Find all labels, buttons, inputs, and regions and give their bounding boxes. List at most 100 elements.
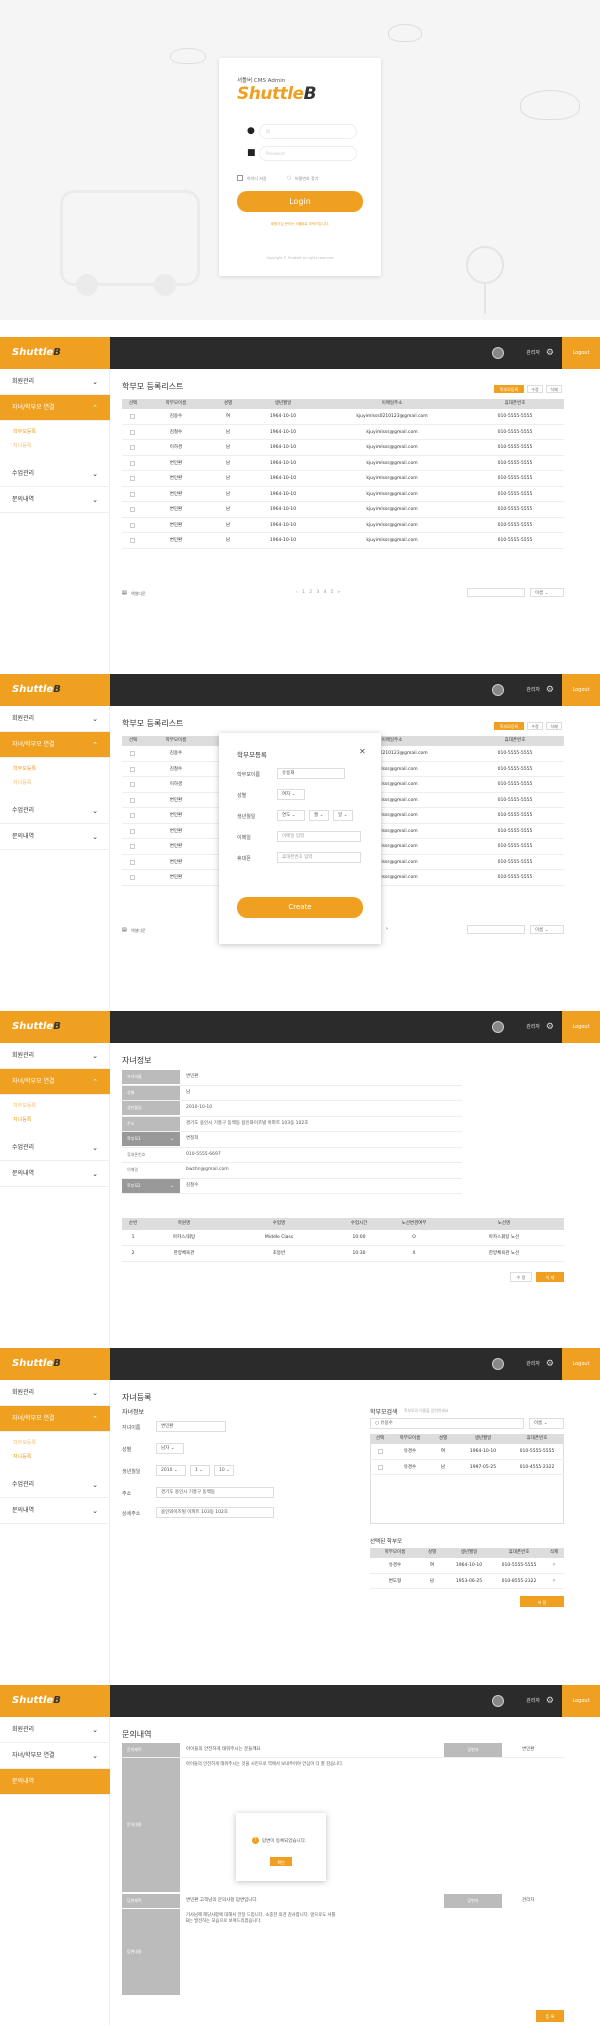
name-input[interactable]: 변민환 bbox=[156, 1421, 226, 1432]
sidebar-sub-parent[interactable]: 학부모등록 bbox=[13, 765, 36, 772]
sidebar-item-classes[interactable]: 수업관리 ⌄ bbox=[0, 1472, 110, 1498]
register-button[interactable]: 학부모등록 bbox=[494, 385, 524, 393]
remember-checkbox[interactable] bbox=[237, 175, 243, 181]
sidebar-item-classes[interactable]: 수업관리 ⌄ bbox=[0, 461, 110, 487]
row-checkbox[interactable] bbox=[130, 828, 135, 834]
birth-month-select[interactable]: 월 ⌄ bbox=[309, 810, 329, 821]
header-logo[interactable]: ShuttleB bbox=[0, 674, 110, 706]
birth-year-select[interactable]: 2010 ⌄ bbox=[156, 1465, 186, 1476]
birth-month-select[interactable]: 1 ⌄ bbox=[190, 1465, 210, 1476]
save-button[interactable]: 저 장 bbox=[520, 1596, 564, 1607]
table-row[interactable]: 유경수 남 1997-05-25 010-4555-2322 bbox=[370, 1460, 564, 1475]
gear-icon[interactable]: ⚙ bbox=[546, 1358, 554, 1370]
header-logo[interactable]: ShuttleB bbox=[0, 1348, 110, 1380]
sidebar-item-link[interactable]: 자녀/학부모 연결 ⌃ bbox=[0, 1406, 110, 1432]
login-button[interactable]: Login bbox=[237, 191, 363, 212]
sidebar-item-link[interactable]: 자녀/학부모 연결 ⌃ bbox=[0, 395, 110, 421]
create-button[interactable]: Create bbox=[237, 897, 363, 918]
password-input[interactable]: Password bbox=[259, 146, 357, 161]
header-logo[interactable]: ShuttleB bbox=[0, 337, 110, 369]
sidebar-sub-child[interactable]: 자녀등록 bbox=[13, 1116, 31, 1123]
sidebar-item-inquiry[interactable]: 문의내역 ⌄ bbox=[0, 824, 110, 850]
sidebar-item-link[interactable]: 자녀/학부모 연결 ⌃ bbox=[0, 732, 110, 758]
delete-button[interactable]: 삭제 bbox=[546, 385, 562, 393]
close-icon[interactable]: ✕ bbox=[544, 1574, 564, 1589]
row-checkbox[interactable] bbox=[130, 875, 135, 880]
sidebar-sub-child[interactable]: 자녀등록 bbox=[13, 779, 31, 786]
sidebar-sub-parent[interactable]: 학부모등록 bbox=[13, 1102, 36, 1109]
gear-icon[interactable]: ⚙ bbox=[546, 1021, 554, 1033]
table-row[interactable]: 2 한양체육관 초등반 10:30 X 한양체육관 노선 bbox=[122, 1246, 564, 1262]
parent-search-input[interactable]: ○ 유용수 bbox=[370, 1418, 524, 1429]
close-icon[interactable]: ✕ bbox=[359, 747, 366, 756]
id-input[interactable]: ID bbox=[259, 124, 357, 139]
delete-button[interactable]: 삭제 bbox=[546, 722, 562, 730]
row-checkbox[interactable] bbox=[130, 859, 135, 865]
sidebar-item-inquiry[interactable]: 문의내역 ⌄ bbox=[0, 1498, 110, 1524]
table-row[interactable]: 변민환 남 1964-10-10 kjuyimlsss@gmail.com 010-55… bbox=[122, 471, 564, 487]
search-type-select[interactable]: 이름 ⌄ bbox=[530, 588, 564, 597]
table-row[interactable]: 유경수 여 1964-10-10 010-5555-5555 bbox=[370, 1444, 564, 1460]
row-checkbox[interactable] bbox=[130, 797, 135, 803]
sidebar-item-inquiry[interactable]: 문의내역 bbox=[0, 1769, 110, 1795]
sidebar-item-inquiry[interactable]: 문의내역 ⌄ bbox=[0, 1161, 110, 1187]
sidebar-item-classes[interactable]: 수업관리 ⌄ bbox=[0, 1135, 110, 1161]
name-input[interactable]: 유용재 bbox=[277, 768, 345, 779]
logout-button[interactable]: Logout bbox=[562, 1685, 600, 1717]
sidebar-sub-child[interactable]: 자녀등록 bbox=[13, 1453, 31, 1460]
close-icon[interactable]: ✕ bbox=[544, 1558, 564, 1573]
sidebar-sub-child[interactable]: 자녀등록 bbox=[13, 442, 31, 449]
header-logo[interactable]: ShuttleB bbox=[0, 1685, 110, 1717]
row-checkbox[interactable] bbox=[130, 813, 135, 818]
pager-next[interactable]: › bbox=[386, 926, 388, 932]
sidebar-item-members[interactable]: 회원관리 ⌄ bbox=[0, 369, 110, 395]
row-checkbox[interactable] bbox=[130, 751, 135, 756]
logout-button[interactable]: Logout bbox=[562, 674, 600, 706]
table-row[interactable]: 변민환 남 1964-10-10 kjuyimlsss@gmail.com 010-55… bbox=[122, 533, 564, 549]
row-checkbox[interactable] bbox=[130, 429, 135, 435]
edit-button[interactable]: 수정 bbox=[527, 722, 543, 730]
row-checkbox[interactable] bbox=[130, 507, 135, 512]
edit-button[interactable]: 수 정 bbox=[510, 1272, 532, 1282]
table-row[interactable]: 1 아카스/휘탕 Middle Class 10:00 O 아카스휘탕 노선 bbox=[122, 1230, 564, 1246]
edit-button[interactable]: 수정 bbox=[527, 385, 543, 393]
search-type-select[interactable]: 이름 ⌄ bbox=[530, 925, 564, 934]
gear-icon[interactable]: ⚙ bbox=[546, 347, 554, 359]
row-checkbox[interactable] bbox=[130, 522, 135, 528]
chevron-down-icon[interactable]: ⌄ bbox=[170, 1183, 174, 1189]
sidebar-item-members[interactable]: 회원관리 ⌄ bbox=[0, 1380, 110, 1406]
table-row[interactable]: 변민환 남 1964-10-10 kjuyimlsss@gmail.com 010-55… bbox=[122, 487, 564, 502]
table-row[interactable]: 김용수 여 1964-10-10 kjuyimlsss0210123@gmail.co… bbox=[122, 409, 564, 425]
row-checkbox[interactable] bbox=[130, 491, 135, 497]
birth-year-select[interactable]: 연도 ⌄ bbox=[277, 810, 305, 821]
birth-day-select[interactable]: 일 ⌄ bbox=[333, 810, 353, 821]
detail-address-input[interactable]: 용인와이즈빌 아파트 103동 102호 bbox=[156, 1507, 274, 1518]
excel-download[interactable]: 엑셀다운 bbox=[131, 928, 146, 934]
table-row[interactable]: 변민환 남 1964-10-10 kjuyimlsss@gmail.com 010-55… bbox=[122, 502, 564, 518]
row-checkbox[interactable] bbox=[130, 766, 135, 772]
logout-button[interactable]: Logout bbox=[562, 1348, 600, 1380]
row-checkbox[interactable] bbox=[378, 1449, 383, 1454]
gender-select[interactable]: 남자 ⌄ bbox=[156, 1443, 184, 1454]
pagination[interactable]: ‹ 1 2 3 4 5 › bbox=[296, 590, 340, 595]
avatar[interactable] bbox=[492, 1358, 504, 1370]
sidebar-item-members[interactable]: 회원관리 ⌄ bbox=[0, 1717, 110, 1743]
submit-button[interactable]: 등 록 bbox=[536, 2010, 564, 2022]
row-checkbox[interactable] bbox=[130, 414, 135, 419]
avatar[interactable] bbox=[492, 347, 504, 359]
row-checkbox[interactable] bbox=[130, 476, 135, 481]
table-row[interactable]: 이하경 남 1964-10-10 kjuyimlsss@gmail.com 010-55… bbox=[122, 440, 564, 456]
table-row[interactable]: 김철수 남 1964-10-10 kjuyimlsss@gmail.com 010-55… bbox=[122, 425, 564, 440]
birth-day-select[interactable]: 10 ⌄ bbox=[214, 1465, 234, 1476]
gear-icon[interactable]: ⚙ bbox=[546, 1695, 554, 1707]
sidebar-item-inquiry[interactable]: 문의내역 ⌄ bbox=[0, 487, 110, 513]
row-checkbox[interactable] bbox=[130, 538, 135, 543]
table-row[interactable]: 변민환 남 1964-10-10 kjuyimlsss@gmail.com 010-55… bbox=[122, 518, 564, 533]
row-checkbox[interactable] bbox=[130, 445, 135, 450]
email-input[interactable]: 이메일 입력 bbox=[277, 831, 361, 842]
sidebar-item-link[interactable]: 자녀/학부모 연결 ⌃ bbox=[0, 1069, 110, 1095]
table-row[interactable]: 변민환 남 1964-10-10 kjuyimlsss@gmail.com 010-55… bbox=[122, 456, 564, 471]
sidebar-item-classes[interactable]: 수업관리 ⌄ bbox=[0, 798, 110, 824]
address-input[interactable]: 경기도 용인시 기흥구 동백동 bbox=[156, 1487, 274, 1498]
sidebar-item-members[interactable]: 회원관리 ⌄ bbox=[0, 1043, 110, 1069]
